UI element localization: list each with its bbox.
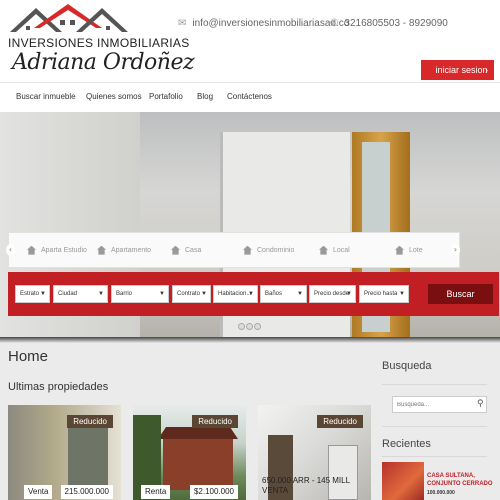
contact-phone[interactable]: ✆ 3216805503 - 8929090 <box>330 18 448 29</box>
phone-text: 3216805503 - 8929090 <box>344 18 448 29</box>
category-bar: Aparta Estudio Apartamento Casa Condomin… <box>8 232 460 268</box>
caret-down-icon: ▼ <box>98 291 104 297</box>
land-icon <box>395 245 404 255</box>
category-condominio[interactable]: Condominio <box>243 233 294 269</box>
login-label: iniciar sesion <box>435 65 488 75</box>
search-icon[interactable]: ⚲ <box>477 399 484 409</box>
select-banos[interactable]: Baños ▼ <box>260 285 307 303</box>
category-apartamento[interactable]: Apartamento <box>97 233 151 269</box>
select-precio-desde[interactable]: Precio desde ▼ <box>309 285 356 303</box>
store-icon <box>319 245 328 255</box>
select-habitaciones[interactable]: Habitacion... ▼ <box>213 285 258 303</box>
slider-dot[interactable] <box>246 323 253 330</box>
brand-line-2: Adriana Ordoñez <box>12 50 195 75</box>
caret-down-icon: ▼ <box>40 291 46 297</box>
logo[interactable]: INVERSIONES INMOBILIARIAS Adriana Ordoñe… <box>6 2 195 78</box>
section-title-latest: Ultimas propiedades <box>8 381 109 393</box>
slider-dot[interactable] <box>238 323 245 330</box>
email-text: info@inversionesinmobiliariasao.co <box>192 18 350 29</box>
contact-email[interactable]: ✉ info@inversionesinmobiliariasao.co <box>178 18 349 29</box>
brand-line-1: INVERSIONES INMOBILIARIAS <box>8 36 190 50</box>
nav-quienes-somos[interactable]: Quienes somos <box>86 92 142 101</box>
category-local[interactable]: Local <box>319 233 350 269</box>
category-aparta-estudio[interactable]: Aparta Estudio <box>27 233 87 269</box>
caret-down-icon: ▼ <box>201 291 207 297</box>
page-title: Home <box>8 348 49 365</box>
property-price: 215.000.000 <box>60 485 113 499</box>
nav-contactenos[interactable]: Contáctenos <box>227 92 272 101</box>
slider-next-arrow-icon[interactable]: › <box>451 244 460 256</box>
recent-property-title[interactable]: CASA SULTANA, CONJUNTO CERRADO <box>427 472 495 488</box>
slider-prev-arrow-icon[interactable]: ‹ <box>6 244 15 256</box>
sidebar-search-input[interactable] <box>392 396 487 413</box>
property-card[interactable]: Reducido Renta $2.100.000 <box>133 405 246 500</box>
sidebar-search-title: Busqueda <box>382 360 432 372</box>
recent-property-thumbnail[interactable] <box>382 462 424 500</box>
phone-icon: ✆ <box>330 18 339 29</box>
status-badge: Reducido <box>192 415 238 428</box>
house-roof-logo-icon <box>10 4 128 32</box>
caret-down-icon: ▼ <box>159 291 165 297</box>
property-caption: 650.000 ARR - 145 MILL VENTA <box>262 476 351 495</box>
recent-property-price: 100.000.000 <box>427 490 455 496</box>
status-badge: Reducido <box>67 415 113 428</box>
nav-blog[interactable]: Blog <box>197 92 213 101</box>
property-price: $2.100.000 <box>189 485 238 499</box>
nav-portafolio[interactable]: Portafolio <box>149 92 183 101</box>
nav-buscar-inmueble[interactable]: Buscar inmueble <box>16 92 76 101</box>
slider-pagination <box>238 317 262 335</box>
slider-dot[interactable] <box>254 323 261 330</box>
login-button[interactable]: iniciar sesion › <box>421 60 494 80</box>
property-type: Renta <box>141 485 171 499</box>
search-button[interactable]: Buscar <box>428 284 493 304</box>
select-ciudad[interactable]: Ciudad ▼ <box>53 285 108 303</box>
category-lote[interactable]: Lote <box>395 233 423 269</box>
caret-down-icon: ▼ <box>248 291 254 297</box>
caret-down-icon: ▼ <box>399 291 405 297</box>
building-icon <box>97 245 106 255</box>
select-barrio[interactable]: Barrio ▼ <box>111 285 169 303</box>
building-icon <box>243 245 252 255</box>
header: INVERSIONES INMOBILIARIAS Adriana Ordoñe… <box>0 0 500 82</box>
category-casa[interactable]: Casa <box>171 233 201 269</box>
property-card[interactable]: Reducido Venta 215.000.000 <box>8 405 121 500</box>
house-icon <box>171 245 180 255</box>
caret-down-icon: ▼ <box>346 291 352 297</box>
select-precio-hasta[interactable]: Precio hasta ▼ <box>359 285 409 303</box>
caret-down-icon: ▼ <box>297 291 303 297</box>
chevron-right-icon: › <box>485 65 488 75</box>
house-icon <box>27 245 36 255</box>
select-estrato[interactable]: Estrato ▼ <box>15 285 50 303</box>
envelope-icon: ✉ <box>178 18 187 29</box>
main-nav: Buscar inmueble Quienes somos Portafolio… <box>0 82 500 112</box>
sidebar-recent-title: Recientes <box>382 438 431 450</box>
select-contrato[interactable]: Contrato ▼ <box>172 285 211 303</box>
property-type: Venta <box>24 485 53 499</box>
status-badge: Reducido <box>317 415 363 428</box>
search-bar: Estrato ▼ Ciudad ▼ Barrio ▼ Contrato ▼ Habit… <box>8 272 499 316</box>
